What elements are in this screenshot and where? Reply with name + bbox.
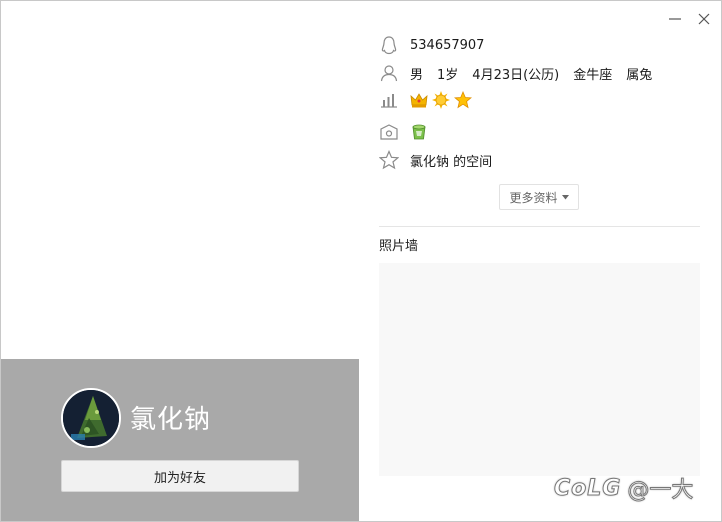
close-icon[interactable] [694,9,714,29]
space-link[interactable]: 氯化钠 的空间 [410,151,492,170]
profile-cover [1,1,359,359]
personal-info: 男 1岁 4月23日(公历) 金牛座 属兔 [410,64,666,83]
birthday: 4月23日(公历) [472,67,560,83]
zodiac: 金牛座 [573,67,613,83]
personal-info-row: 男 1岁 4月23日(公历) 金牛座 属兔 [379,62,666,84]
person-icon [379,63,399,83]
avatar[interactable] [61,388,121,448]
qq-number-row: 534657907 [379,34,484,56]
photo-wall-title: 照片墙 [379,239,419,254]
left-panel: 氯化钠 加为好友 [1,359,359,521]
nickname: 氯化钠 [130,405,212,435]
space-row[interactable]: 氯化钠 的空间 [379,149,492,171]
watermark-user: @一大 [627,478,694,504]
profile-window: 534657907 男 1岁 4月23日(公历) 金牛座 属兔 氯化钠 的空间 … [0,0,722,522]
qq-number: 534657907 [410,37,485,53]
level-chart-icon [379,90,399,110]
crown-icon[interactable] [410,91,428,109]
age: 1岁 [437,67,459,83]
minimize-icon[interactable] [665,9,685,29]
level-row [379,89,476,111]
home-row [379,121,432,143]
sun-icon[interactable] [432,91,450,109]
status-badge-icon[interactable] [410,123,428,141]
divider [379,226,700,227]
gender: 男 [410,67,424,83]
dropdown-arrow-icon [561,194,569,200]
penguin-icon [379,35,399,55]
home-icon [379,122,399,142]
watermark-logo: CoLG [553,475,622,501]
photo-wall[interactable] [379,263,700,476]
chinese-zodiac: 属兔 [626,67,653,83]
star-icon[interactable] [453,90,473,109]
add-friend-button[interactable]: 加为好友 [61,460,299,492]
more-info-label: 更多资料 [509,190,558,205]
more-info-button[interactable]: 更多资料 [499,184,579,210]
watermark: CoLG @一大 [553,471,694,505]
star-outline-icon [379,150,399,170]
